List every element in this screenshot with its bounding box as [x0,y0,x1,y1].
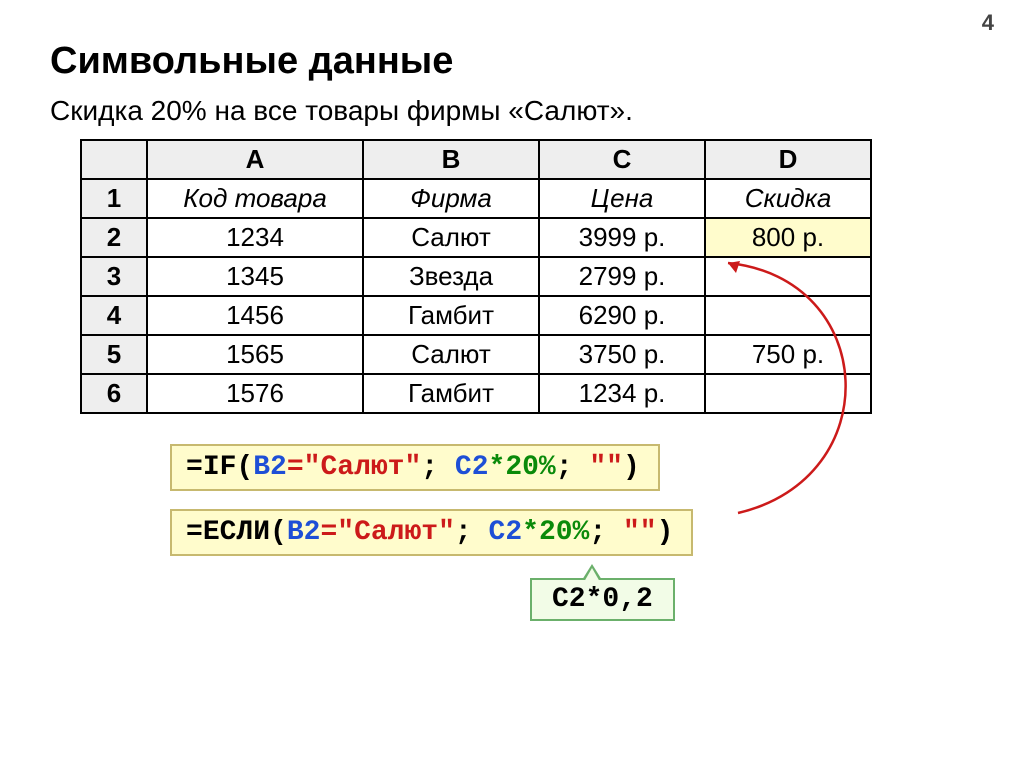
cell: Звезда [363,257,539,296]
formula-token: = [287,452,304,483]
formula-token: IF [203,452,237,483]
col-a-header: A [147,140,363,179]
cell: Гамбит [363,374,539,413]
formula-token: = [186,452,203,483]
formula-token: ; [556,452,573,483]
data-table: A B C D 1 Код товара Фирма Цена Скидка 2… [80,139,872,414]
page-title: Символьные данные [50,40,974,83]
row-num: 1 [81,179,147,218]
row-num: 2 [81,218,147,257]
formula-token: = [320,517,337,548]
formula-token: ( [270,517,287,548]
row-num: 3 [81,257,147,296]
row-num: 4 [81,296,147,335]
slide-content: Символьные данные Скидка 20% на все това… [0,0,1024,621]
formula-token: "" [623,517,657,548]
col-d-header: D [705,140,871,179]
cell: 2799 р. [539,257,705,296]
cell: 1234 [147,218,363,257]
cell: 1345 [147,257,363,296]
cell: Цена [539,179,705,218]
formula-block: =IF(B2="Салют"; C2*20%; "") =ЕСЛИ(B2="Са… [170,444,974,621]
formula-token: "Салют" [337,517,455,548]
formula-token [472,517,489,548]
formula-token: = [186,517,203,548]
cell: 1576 [147,374,363,413]
formula-if-russian: =ЕСЛИ(B2="Салют"; C2*20%; "") [170,509,693,556]
formula-token: B2 [287,517,321,548]
table-row: 4 1456 Гамбит 6290 р. [81,296,871,335]
cell: Гамбит [363,296,539,335]
formula-token: * [489,452,506,483]
cell [705,257,871,296]
cell [705,296,871,335]
formula-token: ; [589,517,606,548]
formula-token: ; [421,452,438,483]
table-row: 2 1234 Салют 3999 р. 800 р. [81,218,871,257]
cell: 1456 [147,296,363,335]
cell: Код товара [147,179,363,218]
formula-token: C2 [455,452,489,483]
formula-token: * [522,517,539,548]
formula-token: ; [455,517,472,548]
col-b-header: B [363,140,539,179]
formula-token: B2 [253,452,287,483]
column-header-row: A B C D [81,140,871,179]
callout-tail-inner-icon [584,568,600,582]
formula-if-english: =IF(B2="Салют"; C2*20%; "") [170,444,660,491]
cell: 6290 р. [539,296,705,335]
formula-token [573,452,590,483]
row-num: 6 [81,374,147,413]
callout-text: C2*0,2 [552,584,653,615]
cell [705,374,871,413]
table-row: 3 1345 Звезда 2799 р. [81,257,871,296]
cell: Салют [363,218,539,257]
formula-token: 20% [539,517,589,548]
formula-token: C2 [489,517,523,548]
formula-token: ) [623,452,640,483]
cell: 1565 [147,335,363,374]
cell: Скидка [705,179,871,218]
cell: 750 р. [705,335,871,374]
formula-token: ЕСЛИ [203,517,270,548]
col-c-header: C [539,140,705,179]
subtitle-text: Скидка 20% на все товары фирмы «Салют». [50,95,974,127]
cell: 3999 р. [539,218,705,257]
row-num: 5 [81,335,147,374]
cell: Салют [363,335,539,374]
formula-token: "" [589,452,623,483]
corner-cell [81,140,147,179]
table-row: 6 1576 Гамбит 1234 р. [81,374,871,413]
cell: 3750 р. [539,335,705,374]
cell: Фирма [363,179,539,218]
formula-token [438,452,455,483]
formula-token: "Салют" [304,452,422,483]
cell: 1234 р. [539,374,705,413]
table-row: 5 1565 Салют 3750 р. 750 р. [81,335,871,374]
callout-box: C2*0,2 [530,578,675,621]
highlighted-cell-d2: 800 р. [705,218,871,257]
formula-token [606,517,623,548]
formula-token: ) [657,517,674,548]
table-header-data-row: 1 Код товара Фирма Цена Скидка [81,179,871,218]
formula-token: 20% [505,452,555,483]
formula-token: ( [236,452,253,483]
